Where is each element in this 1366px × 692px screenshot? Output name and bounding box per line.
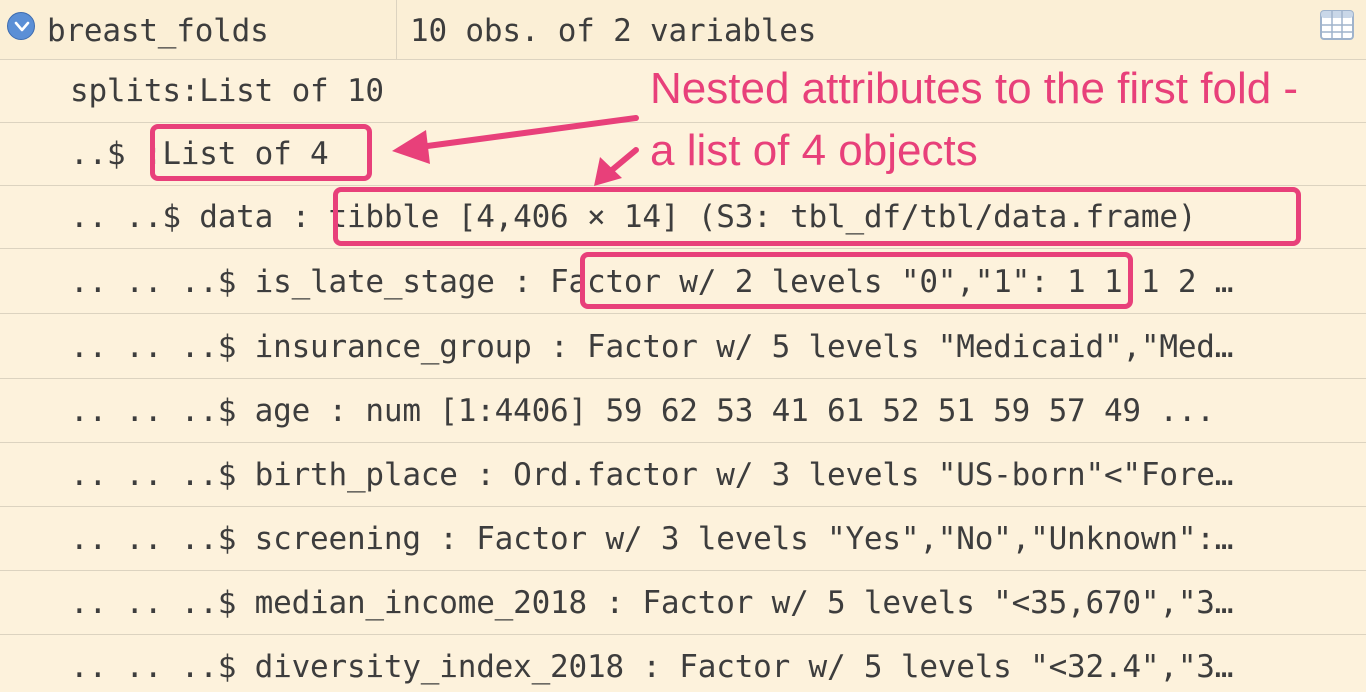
str-row: .. .. ..$ birth_place : Ord.factor w/ 3 … — [0, 444, 1366, 507]
str-row: .. ..$ data : tibble [4,406 × 14] (S3: t… — [0, 186, 1366, 249]
str-line-screening: .. .. ..$ screening : Factor w/ 3 levels… — [70, 521, 1234, 557]
chevron-down-icon — [14, 21, 30, 32]
str-line-insurance-group: .. .. ..$ insurance_group : Factor w/ 5 … — [70, 329, 1234, 365]
str-line-age: .. .. ..$ age : num [1:4406] 59 62 53 41… — [70, 393, 1215, 429]
str-row: .. .. ..$ diversity_index_2018 : Factor … — [0, 636, 1366, 692]
str-line-splits: splits:List of 10 — [70, 73, 384, 109]
str-line-diversity-index: .. .. ..$ diversity_index_2018 : Factor … — [70, 649, 1234, 685]
str-line-birth-place: .. .. ..$ birth_place : Ord.factor w/ 3 … — [70, 457, 1234, 493]
str-row: .. .. ..$ median_income_2018 : Factor w/… — [0, 572, 1366, 635]
str-row: .. .. ..$ insurance_group : Factor w/ 5 … — [0, 316, 1366, 379]
annotation-line-2: a list of 4 objects — [650, 126, 978, 176]
object-header-row[interactable]: breast_folds 10 obs. of 2 variables — [0, 0, 1366, 60]
str-line-is-late-stage: .. .. ..$ is_late_stage : Factor w/ 2 le… — [70, 264, 1234, 300]
str-row: .. .. ..$ age : num [1:4406] 59 62 53 41… — [0, 380, 1366, 443]
str-line-data: .. ..$ data : tibble [4,406 × 14] (S3: t… — [70, 199, 1197, 235]
object-summary: 10 obs. of 2 variables — [410, 13, 817, 49]
str-row: .. .. ..$ screening : Factor w/ 3 levels… — [0, 508, 1366, 571]
object-name: breast_folds — [47, 13, 269, 49]
str-line-median-income: .. .. ..$ median_income_2018 : Factor w/… — [70, 585, 1234, 621]
grid-table-icon[interactable] — [1320, 10, 1354, 40]
column-divider — [396, 0, 397, 60]
annotation-line-1: Nested attributes to the first fold - — [650, 64, 1299, 114]
str-row: .. .. ..$ is_late_stage : Factor w/ 2 le… — [0, 251, 1366, 314]
expand-toggle[interactable] — [7, 12, 35, 40]
str-line-fold-list: ..$ :List of 4 — [70, 136, 329, 172]
